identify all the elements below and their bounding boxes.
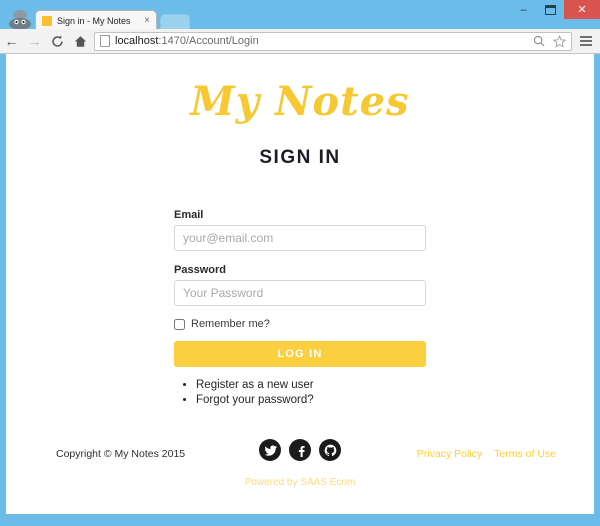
list-item: Forgot your password?	[196, 393, 426, 408]
page-footer: Copyright © My Notes 2015 Privacy Policy…	[6, 439, 594, 514]
password-label: Password	[174, 264, 226, 276]
back-button-icon[interactable]: ←	[0, 29, 23, 54]
tab-title: Sign in - My Notes	[57, 16, 131, 26]
email-field[interactable]	[174, 225, 426, 251]
window-close-button[interactable]: ✕	[564, 0, 600, 19]
facebook-icon[interactable]	[289, 439, 311, 461]
window-maximize-button[interactable]	[537, 0, 564, 19]
privacy-policy-link[interactable]: Privacy Policy	[417, 448, 482, 460]
window-controls: – ✕	[510, 0, 600, 19]
login-button[interactable]: LOG IN	[174, 341, 426, 367]
address-bar-path: :1470/Account/Login	[158, 35, 259, 47]
password-field[interactable]	[174, 280, 426, 306]
hamburger-menu-icon[interactable]	[576, 29, 596, 54]
remember-me-checkbox[interactable]	[174, 318, 185, 330]
legal-links: Privacy Policy Terms of Use	[417, 448, 556, 460]
forgot-password-link[interactable]: Forgot your password?	[196, 394, 314, 406]
remember-me-row: Remember me?	[174, 318, 426, 330]
page-document-icon	[100, 35, 110, 47]
tab-close-icon[interactable]: ×	[142, 16, 152, 26]
home-button-icon[interactable]	[69, 29, 92, 54]
address-bar-icons	[532, 34, 566, 48]
tab-favicon-icon	[42, 16, 52, 26]
login-form: Email Password Remember me? LOG IN Regis…	[174, 209, 426, 408]
powered-by-text: Powered by SAAS Ecom	[244, 477, 356, 488]
window-minimize-button[interactable]: –	[510, 0, 537, 19]
address-bar[interactable]: localhost:1470/Account/Login	[94, 31, 572, 51]
github-icon[interactable]	[319, 439, 341, 461]
remember-me-label[interactable]: Remember me?	[191, 318, 270, 330]
profile-avatar-icon[interactable]	[7, 8, 33, 30]
forward-button-icon[interactable]: →	[23, 29, 46, 54]
browser-window: Sign in - My Notes × – ✕ ← → localhost:1…	[0, 0, 600, 526]
field-spacer	[174, 251, 426, 264]
twitter-icon[interactable]	[259, 439, 281, 461]
page-brand-title: My Notes	[190, 78, 410, 125]
address-bar-host: localhost	[115, 35, 159, 47]
email-label: Email	[174, 209, 204, 221]
auxiliary-links-list: Register as a new user Forgot your passw…	[174, 378, 426, 408]
register-link[interactable]: Register as a new user	[196, 379, 314, 391]
page-title: SIGN IN	[259, 147, 341, 168]
search-icon[interactable]	[532, 34, 546, 48]
browser-toolbar: ← → localhost:1470/Account/Login	[0, 29, 600, 54]
list-item: Register as a new user	[196, 378, 426, 393]
reload-button-icon[interactable]	[46, 29, 69, 54]
bookmark-star-icon[interactable]	[552, 34, 566, 48]
address-bar-url: localhost:1470/Account/Login	[115, 35, 259, 47]
terms-of-use-link[interactable]: Terms of Use	[494, 448, 556, 460]
page-viewport: My Notes SIGN IN Email Password Remember…	[6, 54, 594, 514]
browser-titlebar: Sign in - My Notes × – ✕	[0, 0, 600, 31]
